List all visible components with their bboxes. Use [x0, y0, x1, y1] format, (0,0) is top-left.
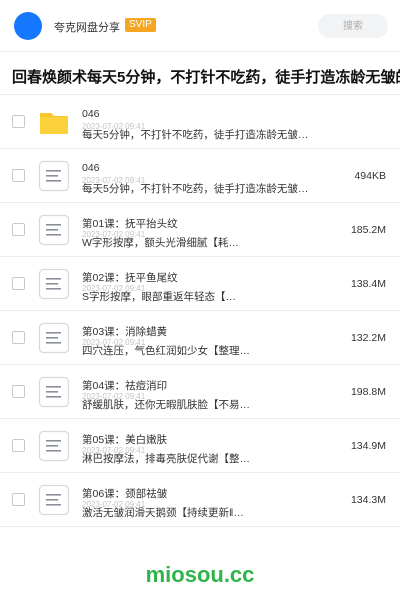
watermark: miosou.cc: [145, 562, 255, 587]
file-description: 每天5分钟，不打针不吃药，徒手打造冻龄无皱…: [82, 129, 309, 141]
file-size: 185.2M: [350, 224, 386, 236]
svip-badge: SVIP: [125, 18, 156, 32]
file-row[interactable]: 第03课：消除蜡黄 2023-07-02 09:41 四穴连压，气色红润如少女【…: [0, 311, 400, 365]
file-row[interactable]: 046 2023-07-02 09:41 每天5分钟，不打针不吃药，徒手打造冻龄…: [0, 95, 400, 149]
document-icon: [38, 268, 70, 300]
file-name: 第03课：消除蜡黄: [82, 326, 168, 338]
row-checkbox[interactable]: [12, 493, 25, 506]
file-row[interactable]: 第02课：抚平鱼尾纹 2023-07-02 09:41 S字形按摩，眼部重返年轻…: [0, 257, 400, 311]
file-description: 淋巴按摩法，排毒亮肤促代谢【整…: [82, 453, 250, 465]
file-description: 舒缓肌肤，还你无暇肌肤脸【不易…: [82, 399, 250, 411]
file-description: W字形按摩，额头光滑细腻【耗…: [82, 237, 239, 249]
row-checkbox[interactable]: [12, 385, 25, 398]
file-name: 第01课：抚平抬头纹: [82, 218, 178, 230]
file-row[interactable]: 第01课：抚平抬头纹 2023-07-02 09:41 W字形按摩，额头光滑细腻…: [0, 203, 400, 257]
file-name: 第05课：美白嫩肤: [82, 434, 168, 446]
document-icon: [38, 214, 70, 246]
document-icon: [38, 484, 70, 516]
file-name: 046: [82, 162, 100, 174]
page-title: 回春焕颜术每天5分钟，不打针不吃药，徒手打造冻龄无皱的: [12, 69, 400, 86]
file-size: 198.8M: [350, 386, 386, 398]
file-name: 第02课：抚平鱼尾纹: [82, 272, 178, 284]
file-description: S字形按摩，眼部重返年轻态【…: [82, 291, 237, 303]
document-icon: [38, 430, 70, 462]
search-input[interactable]: [318, 14, 388, 38]
folder-icon: [38, 106, 70, 138]
file-size: 138.4M: [350, 278, 386, 290]
file-size: 134.3M: [350, 494, 386, 506]
file-name: 046: [82, 108, 100, 120]
file-size: 134.9M: [350, 440, 386, 452]
document-icon: [38, 322, 70, 354]
document-icon: [38, 160, 70, 192]
file-description: 四穴连压，气色红润如少女【整理…: [82, 345, 250, 357]
file-row[interactable]: 第04课：祛痘消印 2023-07-02 09:41 舒缓肌肤，还你无暇肌肤脸【…: [0, 365, 400, 419]
avatar[interactable]: [14, 12, 42, 40]
row-checkbox[interactable]: [12, 439, 25, 452]
file-row[interactable]: 第06课：颈部祛皱 2023-07-02 09:41 激活无皱润滑天鹅颈【持续更…: [0, 473, 400, 527]
row-checkbox[interactable]: [12, 277, 25, 290]
file-name: 第06课：颈部祛皱: [82, 488, 168, 500]
row-checkbox[interactable]: [12, 169, 25, 182]
file-list: 046 2023-07-02 09:41 每天5分钟，不打针不吃药，徒手打造冻龄…: [0, 95, 400, 527]
document-icon: [38, 376, 70, 408]
file-size: 494KB: [354, 170, 386, 182]
file-row[interactable]: 046 2023-07-02 09:41 每天5分钟，不打针不吃药，徒手打造冻龄…: [0, 149, 400, 203]
header-bar: 夸克网盘分享 SVIP: [0, 0, 400, 52]
row-checkbox[interactable]: [12, 115, 25, 128]
file-name: 第04课：祛痘消印: [82, 380, 168, 392]
file-size: 132.2M: [350, 332, 386, 344]
row-checkbox[interactable]: [12, 331, 25, 344]
row-checkbox[interactable]: [12, 223, 25, 236]
file-row[interactable]: 第05课：美白嫩肤 2023-07-02 09:41 淋巴按摩法，排毒亮肤促代谢…: [0, 419, 400, 473]
share-owner-name: 夸克网盘分享: [54, 22, 120, 34]
file-description: 每天5分钟，不打针不吃药，徒手打造冻龄无皱…: [82, 183, 309, 195]
file-description: 激活无皱润滑天鹅颈【持续更新‖…: [82, 507, 244, 519]
